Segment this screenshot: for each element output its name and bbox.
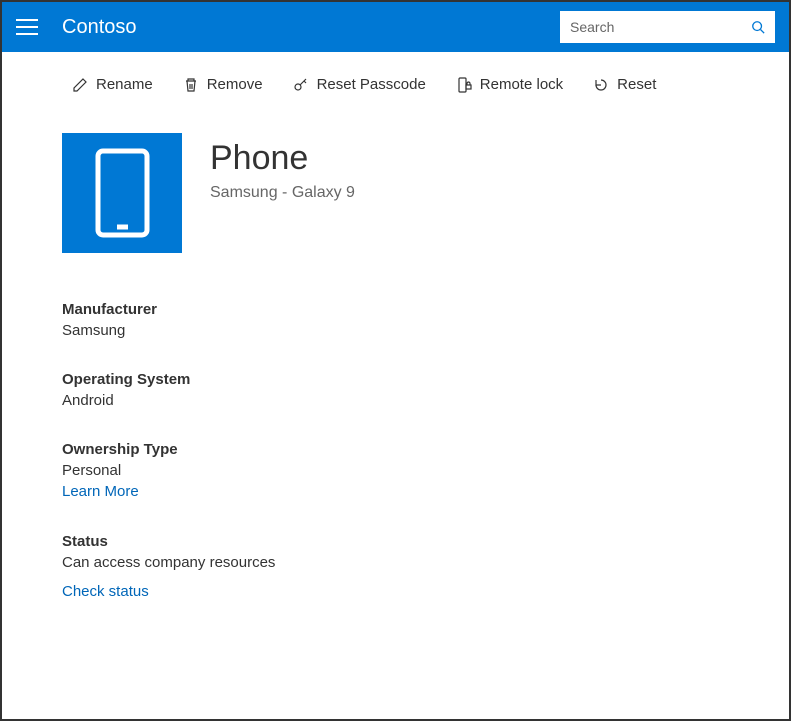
reset-label: Reset (617, 76, 656, 93)
action-toolbar: Rename Remove Reset Passcode Remote lock… (2, 52, 789, 93)
manufacturer-value: Samsung (62, 322, 789, 339)
pencil-icon (72, 77, 88, 93)
os-block: Operating System Android (62, 371, 789, 409)
reset-passcode-label: Reset Passcode (317, 76, 426, 93)
ownership-value: Personal (62, 462, 789, 479)
remote-lock-label: Remote lock (480, 76, 563, 93)
reset-button[interactable]: Reset (593, 76, 656, 93)
brand-name: Contoso (62, 16, 137, 39)
key-icon (293, 77, 309, 93)
check-status-link[interactable]: Check status (62, 583, 149, 600)
status-value: Can access company resources (62, 554, 789, 571)
remote-lock-button[interactable]: Remote lock (456, 76, 563, 93)
status-label: Status (62, 533, 789, 550)
remove-button[interactable]: Remove (183, 76, 263, 93)
device-title: Phone (210, 139, 355, 178)
status-block: Status Can access company resources Chec… (62, 533, 789, 601)
hamburger-menu-icon[interactable] (16, 14, 42, 40)
app-header: Contoso (2, 2, 789, 52)
device-subtitle: Samsung - Galaxy 9 (210, 184, 355, 202)
os-label: Operating System (62, 371, 789, 388)
phone-lock-icon (456, 77, 472, 93)
rename-button[interactable]: Rename (72, 76, 153, 93)
device-tile (62, 133, 182, 253)
os-value: Android (62, 392, 789, 409)
phone-icon (95, 148, 150, 238)
rename-label: Rename (96, 76, 153, 93)
device-details: Manufacturer Samsung Operating System An… (2, 253, 789, 601)
device-summary: Phone Samsung - Galaxy 9 (2, 93, 789, 253)
search-box[interactable] (560, 11, 775, 43)
remove-label: Remove (207, 76, 263, 93)
search-input[interactable] (570, 19, 751, 35)
reset-icon (593, 77, 609, 93)
learn-more-link[interactable]: Learn More (62, 483, 139, 500)
reset-passcode-button[interactable]: Reset Passcode (293, 76, 426, 93)
ownership-label: Ownership Type (62, 441, 789, 458)
search-icon (751, 19, 765, 35)
trash-icon (183, 77, 199, 93)
manufacturer-block: Manufacturer Samsung (62, 301, 789, 339)
manufacturer-label: Manufacturer (62, 301, 789, 318)
device-info: Phone Samsung - Galaxy 9 (210, 133, 355, 202)
ownership-block: Ownership Type Personal Learn More (62, 441, 789, 501)
